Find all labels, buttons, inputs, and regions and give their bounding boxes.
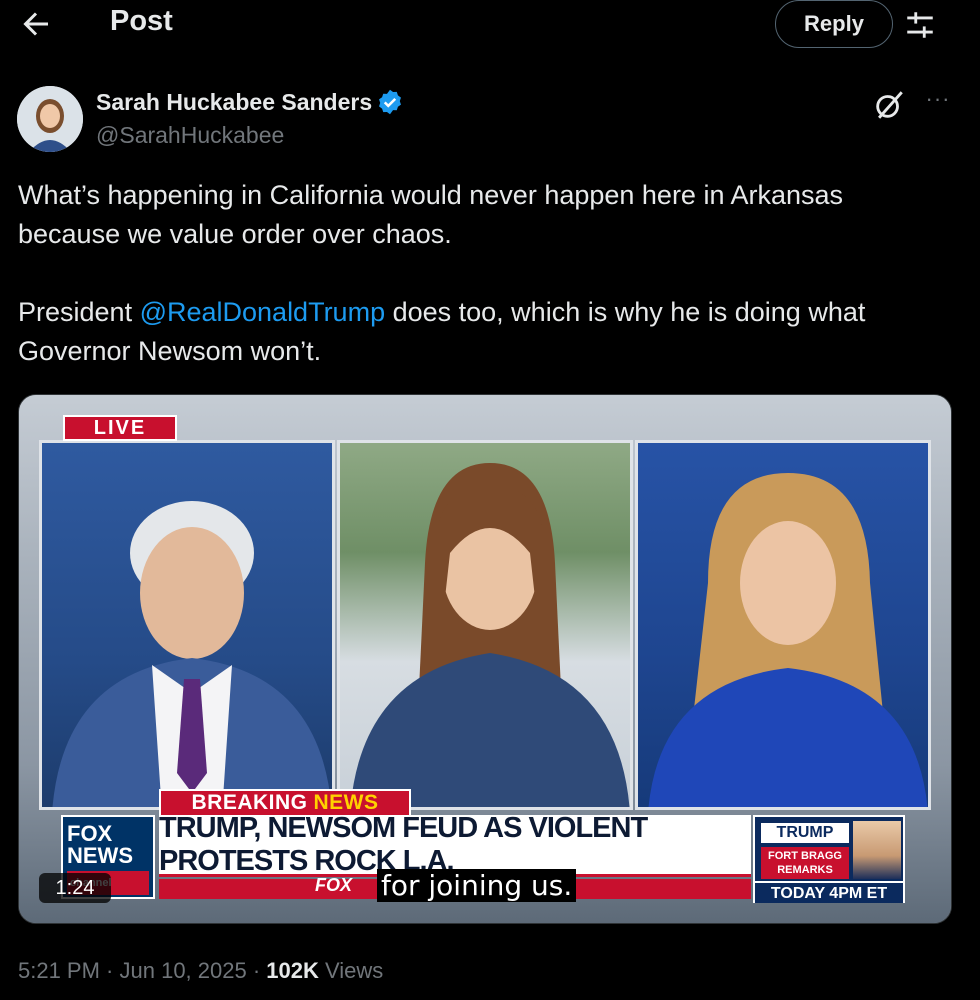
post-text: What’s happening in California would nev… xyxy=(18,176,948,371)
post-paragraph-2: President @RealDonaldTrump does too, whi… xyxy=(18,293,948,371)
post-date[interactable]: Jun 10, 2025 xyxy=(120,958,247,983)
promo-title: TRUMP xyxy=(761,823,849,843)
meta-separator-2: · xyxy=(246,958,267,983)
arrow-left-icon xyxy=(23,12,48,36)
post-header: Post Reply xyxy=(0,0,980,50)
promo-subtitle: FORT BRAGG REMARKS xyxy=(761,847,849,879)
video-panel-host xyxy=(635,440,931,810)
post-time[interactable]: 5:21 PM xyxy=(18,958,100,983)
views-count: 102K xyxy=(266,958,319,983)
post-paragraph-1: What’s happening in California would nev… xyxy=(18,180,844,249)
post-text-prefix: President xyxy=(18,297,140,327)
live-badge: LIVE xyxy=(63,415,177,441)
mention-link[interactable]: @RealDonaldTrump xyxy=(140,297,386,327)
promo-time: TODAY 4PM ET xyxy=(755,881,903,903)
promo-photo xyxy=(853,821,901,879)
more-options-icon[interactable]: ··· xyxy=(918,88,958,116)
post-meta: 5:21 PM · Jun 10, 2025 · 102K Views xyxy=(18,958,383,984)
video-panel-guest xyxy=(337,440,633,810)
video-panel-anchor xyxy=(39,440,335,810)
avatar[interactable] xyxy=(17,86,83,152)
promo-box: TRUMP FORT BRAGG REMARKS TODAY 4PM ET xyxy=(753,815,905,903)
author-name-text[interactable]: Sarah Huckabee Sanders xyxy=(96,89,372,116)
reply-button[interactable]: Reply xyxy=(775,0,893,48)
grok-button[interactable] xyxy=(872,88,906,122)
back-button[interactable] xyxy=(18,6,54,42)
video-player[interactable]: LIVE BREAKINGNEWS FOX NEWS channel TRUMP… xyxy=(18,394,952,924)
fox-logo-bottom: NEWS xyxy=(67,843,133,868)
video-duration: 1:24 xyxy=(39,873,111,903)
closed-caption: for joining us. xyxy=(377,869,577,902)
sliders-icon xyxy=(907,12,933,38)
grok-icon xyxy=(876,91,903,119)
tune-button[interactable] xyxy=(903,8,939,44)
author-name[interactable]: Sarah Huckabee Sanders xyxy=(96,88,404,116)
news-chyron: TRUMP, NEWSOM FEUD AS VIOLENT PROTESTS R… xyxy=(159,812,751,877)
page-title: Post xyxy=(110,5,173,37)
meta-separator-1: · xyxy=(99,958,120,983)
avatar-photo xyxy=(17,86,83,152)
verified-badge-icon xyxy=(379,89,402,115)
fox-small-logo: FOX xyxy=(315,875,353,895)
author-handle[interactable]: @SarahHuckabee xyxy=(96,122,284,149)
views-label: Views xyxy=(318,958,384,983)
